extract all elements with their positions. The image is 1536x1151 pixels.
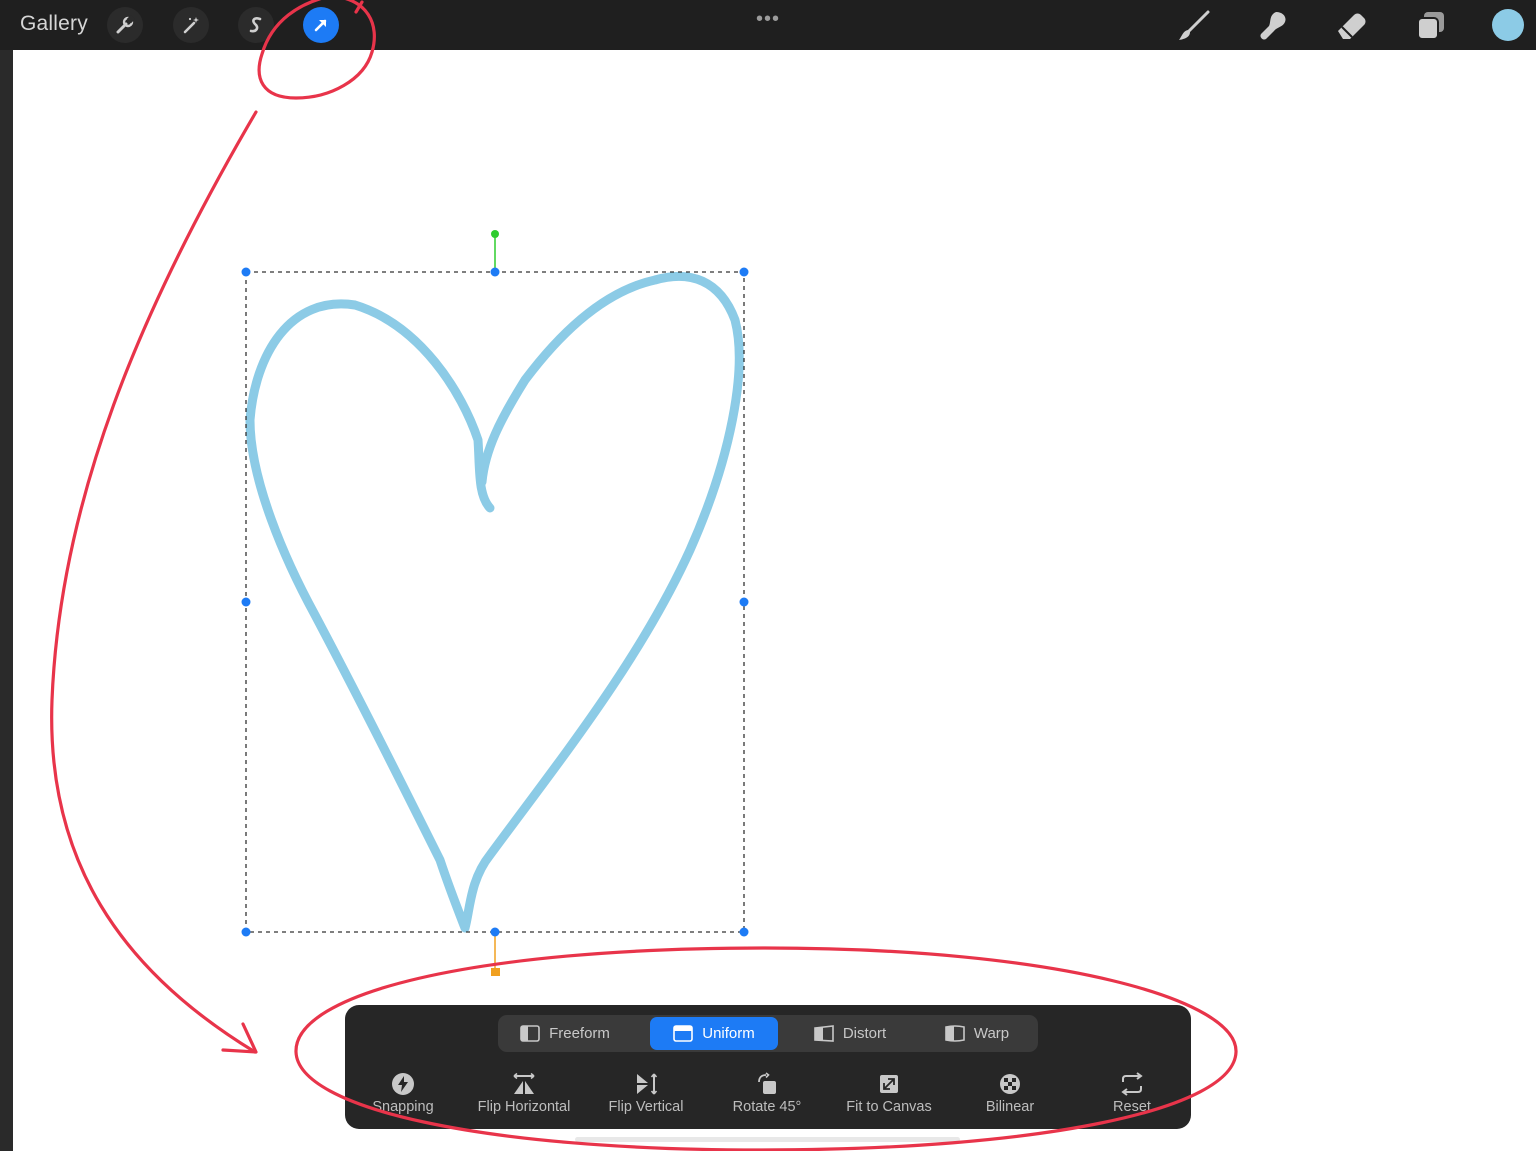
distort-icon [814, 1025, 834, 1042]
pivot-handle[interactable] [491, 968, 500, 976]
reset-icon [1072, 1071, 1192, 1097]
snapping-button[interactable]: Snapping [343, 1071, 463, 1115]
fit-canvas-icon [829, 1071, 949, 1097]
handle-bottom-right[interactable] [739, 927, 749, 937]
mode-label: Warp [973, 1025, 1010, 1042]
handle-middle-right[interactable] [739, 597, 749, 607]
mode-freeform[interactable]: Freeform [500, 1017, 630, 1050]
handle-bottom-left[interactable] [241, 927, 251, 937]
handle-bottom-center[interactable] [490, 927, 500, 937]
bilinear-button[interactable]: Bilinear [950, 1071, 1070, 1115]
mode-uniform[interactable]: Uniform [650, 1017, 778, 1050]
fit-to-canvas-button[interactable]: Fit to Canvas [829, 1071, 949, 1115]
handle-top-right[interactable] [739, 267, 749, 277]
rotate-45-button[interactable]: Rotate 45° [707, 1071, 827, 1115]
handle-top-center[interactable] [490, 267, 500, 277]
bilinear-icon [950, 1071, 1070, 1097]
uniform-icon [673, 1025, 694, 1042]
flip-vertical-icon [586, 1071, 706, 1097]
mode-label: Freeform [549, 1025, 610, 1042]
mode-label: Uniform [702, 1025, 755, 1042]
canvas-layer [241, 230, 749, 976]
transform-toolbar: Freeform Uniform Distort Warp Snapping F… [345, 1005, 1191, 1129]
transform-mode-selector: Freeform Uniform Distort Warp [498, 1015, 1038, 1052]
snapping-icon [343, 1071, 463, 1097]
freeform-icon [520, 1025, 540, 1042]
mode-label: Distort [842, 1025, 887, 1042]
rotation-handle[interactable] [491, 230, 499, 238]
handle-top-left[interactable] [241, 267, 251, 277]
heart-drawing [245, 271, 744, 933]
handle-middle-left[interactable] [241, 597, 251, 607]
warp-icon [945, 1025, 965, 1042]
reset-button[interactable]: Reset [1072, 1071, 1192, 1115]
mode-warp[interactable]: Warp [918, 1017, 1036, 1050]
home-indicator [575, 1137, 960, 1142]
flip-horizontal-button[interactable]: Flip Horizontal [464, 1071, 584, 1115]
flip-vertical-button[interactable]: Flip Vertical [586, 1071, 706, 1115]
rotate-icon [707, 1071, 827, 1097]
mode-distort[interactable]: Distort [790, 1017, 910, 1050]
selection-box[interactable] [245, 271, 745, 933]
flip-horizontal-icon [464, 1071, 584, 1097]
